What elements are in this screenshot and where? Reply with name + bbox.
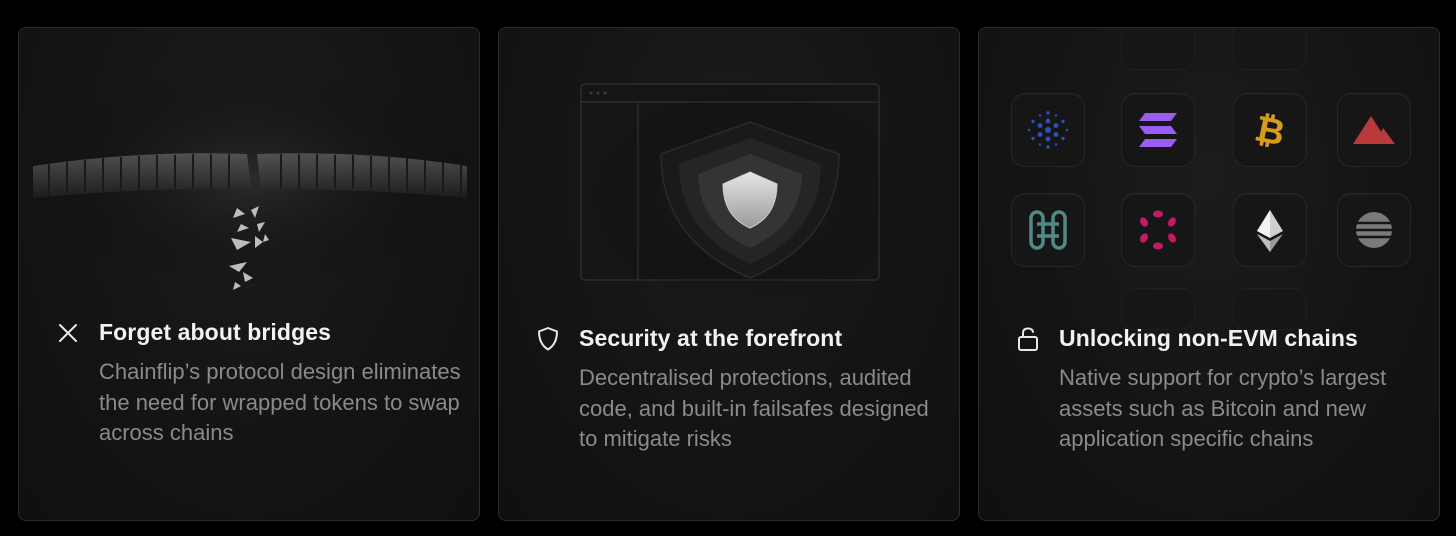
security-shield-illustration xyxy=(580,83,910,308)
polkadot-icon xyxy=(1140,210,1176,250)
chain-tile xyxy=(1337,93,1411,167)
card-title: Security at the forefront xyxy=(579,325,843,351)
avalanche-icon xyxy=(1353,116,1395,144)
chain-tile xyxy=(1011,193,1085,267)
feature-card-non-evm: ₿ Unlocking non-EVM chains Native suppor… xyxy=(978,27,1440,521)
chain-tile xyxy=(1337,193,1411,267)
chain-tile xyxy=(1011,93,1085,167)
card-description: Native support for crypto’s largest asse… xyxy=(1059,365,1387,452)
chain-tile xyxy=(1233,288,1307,330)
chain-tile xyxy=(1121,93,1195,167)
card-title: Unlocking non-EVM chains xyxy=(1059,325,1358,351)
card-description: Decentralised protections, audited code,… xyxy=(579,365,929,452)
close-icon xyxy=(55,320,81,346)
bitcoin-icon: ₿ xyxy=(1251,108,1288,153)
unlock-icon xyxy=(1015,326,1041,352)
hedera-icon xyxy=(1029,210,1067,250)
aptos-icon xyxy=(1355,212,1393,248)
chain-tile xyxy=(1233,28,1307,70)
card-header: Security at the forefront xyxy=(535,325,842,352)
chain-logos-grid: ₿ xyxy=(979,28,1439,330)
broken-bridge-illustration xyxy=(20,68,479,290)
svg-text:₿: ₿ xyxy=(1251,108,1288,153)
chain-tile xyxy=(1121,193,1195,267)
feature-card-security: Security at the forefront Decentralised … xyxy=(498,27,960,521)
feature-card-bridges: Forget about bridges Chainflip’s protoco… xyxy=(18,27,480,521)
card-title: Forget about bridges xyxy=(99,319,331,345)
card-description: Chainflip’s protocol design eliminates t… xyxy=(99,359,461,446)
card-header: Forget about bridges xyxy=(55,319,331,346)
chain-tile xyxy=(1233,193,1307,267)
chain-tile xyxy=(1121,288,1195,330)
chain-tile xyxy=(1121,28,1195,70)
shield-icon xyxy=(535,326,561,352)
chain-tile: ₿ xyxy=(1233,93,1307,167)
ethereum-icon xyxy=(1257,210,1283,252)
cardano-icon xyxy=(1027,111,1069,149)
card-header: Unlocking non-EVM chains xyxy=(1015,325,1358,352)
solana-icon xyxy=(1139,113,1177,147)
